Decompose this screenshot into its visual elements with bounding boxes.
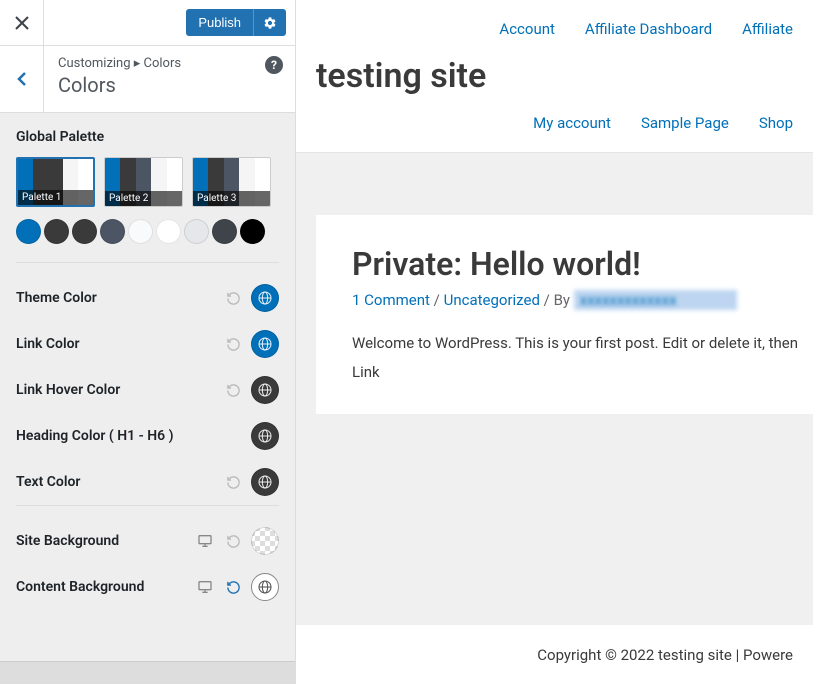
divider xyxy=(16,505,279,506)
color-picker[interactable] xyxy=(251,573,279,601)
publish-button[interactable]: Publish xyxy=(186,9,253,36)
site-footer: Copyright © 2022 testing site | Powere xyxy=(296,625,813,684)
background-option-label: Content Background xyxy=(16,579,144,595)
panel-footer xyxy=(0,661,295,684)
undo-icon xyxy=(226,580,241,595)
color-picker[interactable] xyxy=(251,422,279,450)
color-option-label: Link Hover Color xyxy=(16,382,120,398)
divider xyxy=(16,262,279,263)
undo-icon xyxy=(226,534,241,549)
nav-link[interactable]: My account xyxy=(533,114,611,132)
site-title[interactable]: testing site xyxy=(316,56,793,96)
color-option-row: Text Color xyxy=(16,459,279,505)
reset-button[interactable] xyxy=(223,380,243,400)
swatch-2[interactable] xyxy=(44,219,69,244)
chevron-left-icon xyxy=(17,71,27,87)
swatch-1[interactable] xyxy=(16,219,41,244)
nav-link[interactable]: Account xyxy=(499,20,555,38)
background-option-row: Site Background xyxy=(16,518,279,564)
palette-1[interactable]: Palette 1 xyxy=(16,157,95,207)
globe-icon xyxy=(257,290,273,306)
page-title: Colors xyxy=(58,73,281,97)
palette-label: Palette 3 xyxy=(193,191,270,206)
global-palette-label: Global Palette xyxy=(16,129,279,145)
reset-button[interactable] xyxy=(223,472,243,492)
post-title[interactable]: Private: Hello world! xyxy=(352,245,813,283)
globe-icon xyxy=(257,336,273,352)
help-button[interactable]: ? xyxy=(265,56,283,74)
post-body: Welcome to WordPress. This is your first… xyxy=(352,329,813,386)
color-picker[interactable] xyxy=(251,284,279,312)
color-option-row: Heading Color ( H1 - H6 ) xyxy=(16,413,279,459)
gear-icon xyxy=(263,16,277,30)
swatch-5[interactable] xyxy=(128,219,153,244)
nav-link[interactable]: Shop xyxy=(759,114,793,132)
close-customizer-button[interactable] xyxy=(0,0,44,46)
back-button[interactable] xyxy=(0,46,44,112)
globe-icon xyxy=(257,474,273,490)
swatch-9[interactable] xyxy=(240,219,265,244)
nav-link[interactable]: Affiliate xyxy=(742,20,793,38)
palette-2[interactable]: Palette 2 xyxy=(104,157,183,207)
palette-label: Palette 1 xyxy=(18,190,93,205)
publish-settings-button[interactable] xyxy=(253,9,286,36)
close-icon xyxy=(15,16,29,30)
post-meta: 1 Comment / Uncategorized / By xxxxxxxxx… xyxy=(352,291,813,309)
reset-button[interactable] xyxy=(223,577,243,597)
color-picker[interactable] xyxy=(251,527,279,555)
undo-icon xyxy=(226,475,241,490)
reset-button[interactable] xyxy=(223,334,243,354)
color-option-label: Heading Color ( H1 - H6 ) xyxy=(16,428,174,444)
nav-link[interactable]: Affiliate Dashboard xyxy=(585,20,712,38)
swatch-6[interactable] xyxy=(156,219,181,244)
author-name[interactable]: xxxxxxxxxxxxx xyxy=(574,290,737,310)
responsive-button[interactable] xyxy=(195,577,215,597)
color-option-row: Link Color xyxy=(16,321,279,367)
color-option-row: Theme Color xyxy=(16,275,279,321)
nav-link[interactable]: Sample Page xyxy=(641,114,729,132)
comments-link[interactable]: 1 Comment xyxy=(352,291,430,309)
globe-icon xyxy=(257,382,273,398)
swatch-3[interactable] xyxy=(72,219,97,244)
background-option-row: Content Background xyxy=(16,564,279,610)
palette-label: Palette 2 xyxy=(105,191,182,206)
swatch-8[interactable] xyxy=(212,219,237,244)
globe-icon xyxy=(257,428,273,444)
undo-icon xyxy=(226,337,241,352)
globe-icon xyxy=(257,579,273,595)
reset-button[interactable] xyxy=(223,531,243,551)
color-option-label: Link Color xyxy=(16,336,80,352)
site-preview: Account Affiliate Dashboard Affiliate test… xyxy=(296,0,813,684)
color-picker[interactable] xyxy=(251,376,279,404)
color-picker[interactable] xyxy=(251,468,279,496)
reset-button[interactable] xyxy=(223,288,243,308)
color-picker[interactable] xyxy=(251,330,279,358)
background-option-label: Site Background xyxy=(16,533,119,549)
desktop-icon xyxy=(197,579,213,595)
desktop-icon xyxy=(197,533,213,549)
color-option-label: Text Color xyxy=(16,474,80,490)
category-link[interactable]: Uncategorized xyxy=(444,291,540,309)
undo-icon xyxy=(226,383,241,398)
color-option-row: Link Hover Color xyxy=(16,367,279,413)
swatch-4[interactable] xyxy=(100,219,125,244)
responsive-button[interactable] xyxy=(195,531,215,551)
breadcrumb: Customizing ▸ Colors xyxy=(58,56,281,71)
undo-icon xyxy=(226,291,241,306)
color-option-label: Theme Color xyxy=(16,290,97,306)
palette-3[interactable]: Palette 3 xyxy=(192,157,271,207)
swatch-7[interactable] xyxy=(184,219,209,244)
